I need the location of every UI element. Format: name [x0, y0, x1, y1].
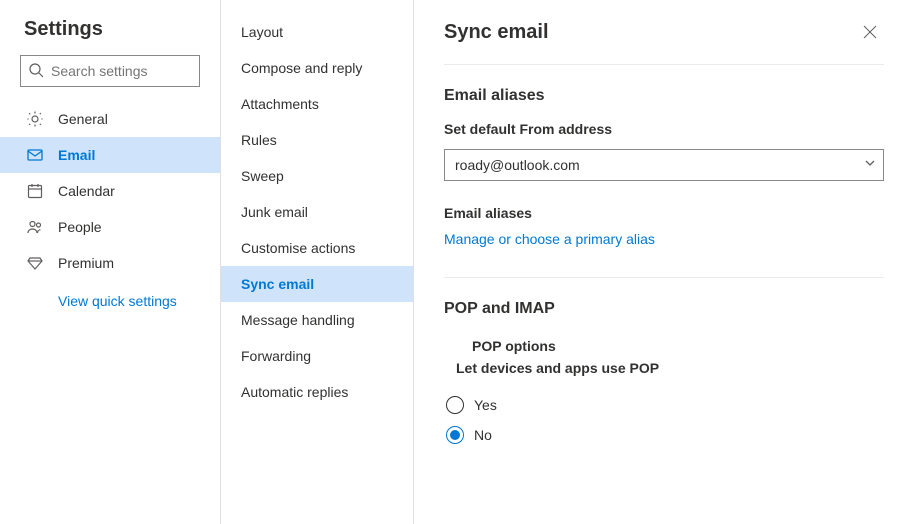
allow-pop-label: Let devices and apps use POP — [444, 360, 884, 376]
default-from-value: roady@outlook.com — [455, 157, 580, 173]
subnav-label: Compose and reply — [241, 60, 362, 76]
subnav-compose[interactable]: Compose and reply — [221, 50, 413, 86]
primary-nav: General Email Calendar — [0, 101, 220, 281]
nav-label: Premium — [58, 255, 114, 271]
radio-label: Yes — [474, 397, 497, 413]
subnav-auto-replies[interactable]: Automatic replies — [221, 374, 413, 410]
subnav-label: Automatic replies — [241, 384, 348, 400]
subnav-label: Layout — [241, 24, 283, 40]
panel-title: Sync email — [444, 21, 549, 44]
people-icon — [26, 218, 44, 236]
panel-header: Sync email — [444, 18, 884, 65]
primary-sidebar: Settings General — [0, 0, 221, 524]
gear-icon — [26, 110, 44, 128]
content-panel: Sync email Email aliases Set default Fro… — [414, 0, 906, 524]
mail-icon — [26, 146, 44, 164]
nav-item-people[interactable]: People — [0, 209, 220, 245]
view-quick-settings-link[interactable]: View quick settings — [0, 281, 220, 309]
aliases-section-title: Email aliases — [444, 87, 884, 105]
search-icon — [28, 62, 44, 78]
chevron-down-icon — [864, 157, 876, 169]
radio-label: No — [474, 427, 492, 443]
subnav-sync-email[interactable]: Sync email — [221, 266, 413, 302]
subnav-label: Junk email — [241, 204, 308, 220]
settings-title: Settings — [0, 0, 220, 55]
diamond-icon — [26, 254, 44, 272]
pop-options: POP options Let devices and apps use POP… — [444, 334, 884, 450]
subnav-layout[interactable]: Layout — [221, 14, 413, 50]
subnav-junk[interactable]: Junk email — [221, 194, 413, 230]
nav-item-premium[interactable]: Premium — [0, 245, 220, 281]
calendar-icon — [26, 182, 44, 200]
nav-label: General — [58, 111, 108, 127]
subnav-label: Forwarding — [241, 348, 311, 364]
default-from-label: Set default From address — [444, 121, 884, 137]
radio-icon — [446, 426, 464, 444]
pop-imap-section: POP and IMAP POP options Let devices and… — [444, 278, 884, 450]
subnav-label: Attachments — [241, 96, 319, 112]
subnav-attachments[interactable]: Attachments — [221, 86, 413, 122]
secondary-nav: Layout Compose and reply Attachments Rul… — [221, 14, 413, 410]
default-from-select[interactable]: roady@outlook.com — [444, 149, 884, 181]
subnav-label: Sweep — [241, 168, 284, 184]
subnav-label: Customise actions — [241, 240, 355, 256]
subnav-label: Message handling — [241, 312, 355, 328]
search-input[interactable] — [20, 55, 200, 87]
subnav-sweep[interactable]: Sweep — [221, 158, 413, 194]
secondary-sidebar: Layout Compose and reply Attachments Rul… — [221, 0, 414, 524]
aliases-label: Email aliases — [444, 205, 884, 221]
subnav-rules[interactable]: Rules — [221, 122, 413, 158]
close-icon — [863, 25, 877, 39]
default-from-select-wrap: roady@outlook.com — [444, 149, 884, 181]
search-wrapper — [20, 55, 200, 87]
pop-options-label: POP options — [444, 338, 884, 354]
close-button[interactable] — [856, 18, 884, 46]
nav-label: Calendar — [58, 183, 115, 199]
subnav-forwarding[interactable]: Forwarding — [221, 338, 413, 374]
pop-radio-yes[interactable]: Yes — [444, 390, 884, 420]
nav-item-calendar[interactable]: Calendar — [0, 173, 220, 209]
subnav-label: Sync email — [241, 276, 314, 292]
subnav-label: Rules — [241, 132, 277, 148]
manage-alias-link[interactable]: Manage or choose a primary alias — [444, 231, 655, 247]
nav-label: Email — [58, 147, 95, 163]
nav-item-email[interactable]: Email — [0, 137, 220, 173]
pop-imap-title: POP and IMAP — [444, 300, 884, 318]
subnav-message-handling[interactable]: Message handling — [221, 302, 413, 338]
email-aliases-section: Email aliases Set default From address r… — [444, 65, 884, 247]
nav-label: People — [58, 219, 102, 235]
radio-icon — [446, 396, 464, 414]
subnav-customise[interactable]: Customise actions — [221, 230, 413, 266]
nav-item-general[interactable]: General — [0, 101, 220, 137]
pop-radio-no[interactable]: No — [444, 420, 884, 450]
